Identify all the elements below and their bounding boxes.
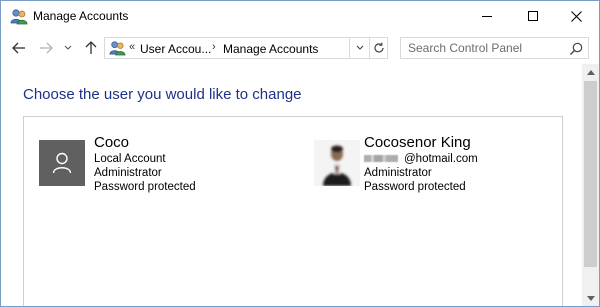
window-title: Manage Accounts	[33, 9, 129, 23]
arrow-right-icon	[40, 42, 53, 54]
redacted-email-user	[364, 155, 398, 163]
search-icon[interactable]	[568, 41, 584, 57]
scroll-up-button[interactable]	[582, 64, 599, 81]
account-details: Cocosenor King @hotmail.com Administrato…	[364, 134, 478, 194]
chevron-down-icon	[586, 296, 595, 301]
breadcrumb-separator[interactable]: ›	[212, 41, 216, 53]
content-pane: Choose the user you would like to change…	[1, 64, 582, 306]
breadcrumb-manage-accounts[interactable]: Manage Accounts	[223, 42, 318, 56]
arrow-up-icon	[85, 41, 97, 54]
chevron-down-icon	[356, 45, 363, 50]
minimize-button[interactable]	[464, 1, 509, 31]
address-dropdown-button[interactable]	[349, 38, 369, 58]
recent-locations-button[interactable]	[61, 38, 75, 58]
address-bar[interactable]: « User Accou... › Manage Accounts	[104, 37, 388, 59]
arrow-left-icon	[12, 42, 25, 54]
user-photo	[314, 140, 360, 186]
scroll-down-button[interactable]	[582, 290, 599, 306]
close-button[interactable]	[554, 1, 599, 31]
account-role: Administrator	[364, 167, 432, 179]
chevron-down-icon	[64, 45, 72, 50]
maximize-button[interactable]	[510, 1, 555, 31]
search-input[interactable]	[401, 38, 566, 58]
search-box[interactable]	[400, 37, 589, 59]
account-password-status: Password protected	[94, 181, 196, 193]
account-name: Cocosenor King	[364, 134, 471, 151]
maximize-icon	[527, 11, 538, 21]
title-bar: Manage Accounts	[1, 1, 599, 32]
account-password-status: Password protected	[364, 181, 466, 193]
address-overflow-chevron[interactable]: «	[129, 41, 135, 53]
manage-accounts-window: Manage Accounts « User Accou... › Manage…	[0, 0, 600, 307]
back-button[interactable]	[9, 38, 29, 58]
close-icon	[571, 10, 582, 22]
user-accounts-icon	[10, 8, 28, 25]
account-type: Local Account	[94, 153, 166, 165]
account-tile-coco[interactable]: Coco Local Account Administrator Passwor…	[39, 134, 289, 194]
user-silhouette-icon	[52, 152, 72, 174]
refresh-button[interactable]	[369, 38, 387, 58]
account-email-domain: @hotmail.com	[404, 153, 478, 165]
navigation-bar: « User Accou... › Manage Accounts	[1, 33, 599, 63]
chevron-up-icon	[586, 70, 595, 75]
refresh-icon	[373, 42, 384, 53]
page-heading: Choose the user you would like to change	[23, 86, 302, 103]
scroll-thumb[interactable]	[584, 81, 597, 267]
avatar[interactable]	[39, 140, 85, 186]
account-tile-cocosenor-king[interactable]: Cocosenor King @hotmail.com Administrato…	[310, 134, 560, 194]
account-name: Coco	[94, 134, 130, 151]
account-email: @hotmail.com	[364, 152, 478, 166]
forward-button[interactable]	[36, 38, 56, 58]
vertical-scrollbar[interactable]	[582, 64, 599, 306]
account-details: Coco Local Account Administrator Passwor…	[94, 134, 196, 194]
accounts-list: Coco Local Account Administrator Passwor…	[23, 116, 563, 306]
account-role: Administrator	[94, 167, 162, 179]
minimize-icon	[481, 16, 492, 17]
up-button[interactable]	[81, 38, 101, 58]
user-accounts-icon	[109, 40, 126, 56]
avatar[interactable]	[314, 140, 360, 186]
breadcrumb-user-accounts[interactable]: User Accou...	[140, 42, 211, 56]
